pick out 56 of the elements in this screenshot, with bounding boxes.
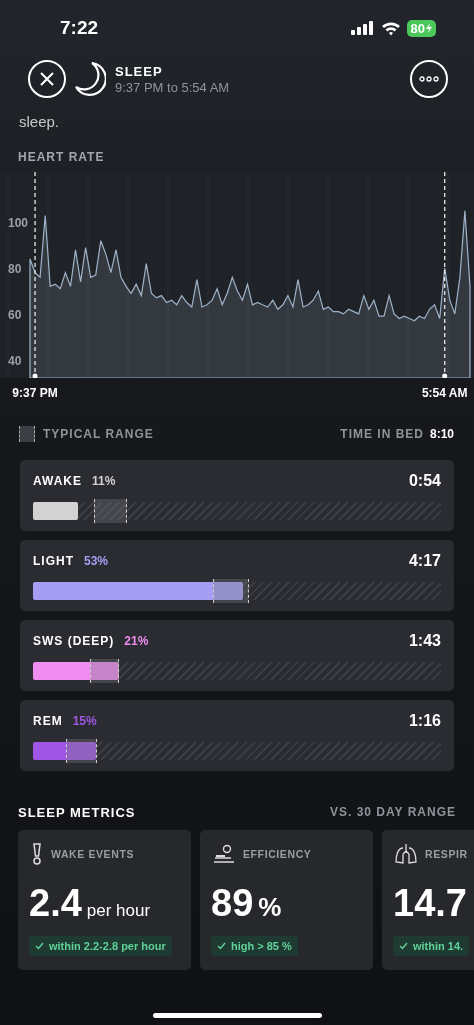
stage-percent: 11% xyxy=(92,474,116,488)
exclamation-icon xyxy=(31,843,43,865)
section-title: SLEEP METRICS xyxy=(18,805,136,820)
description-text: sleep. xyxy=(19,114,61,130)
y-tick-label: 60 xyxy=(8,307,22,322)
ellipsis-icon xyxy=(419,76,439,82)
stage-duration: 0:54 xyxy=(408,472,441,490)
stage-name: AWAKE xyxy=(33,474,82,488)
metric-unit: % xyxy=(258,892,282,923)
section-title: HEART RATE xyxy=(18,150,106,164)
range-text: within 2.2-2.8 per hour xyxy=(49,940,166,952)
metric-label: EFFICIENCY xyxy=(243,848,312,860)
range-label: VS. 30 DAY RANGE xyxy=(329,805,456,820)
metric-label: WAKE EVENTS xyxy=(51,848,135,860)
stage-duration: 1:16 xyxy=(408,712,441,730)
typical-range-swatch xyxy=(19,426,35,442)
range-text: within 14. xyxy=(413,940,464,952)
y-tick-label: 40 xyxy=(8,353,22,368)
stage-name: REM xyxy=(33,714,63,728)
stage-name: LIGHT xyxy=(33,554,74,568)
y-tick-label: 80 xyxy=(8,262,22,277)
person-lying-icon xyxy=(213,844,235,864)
stage-percent: 15% xyxy=(72,714,97,728)
check-icon xyxy=(217,942,226,950)
metric-label: RESPIR xyxy=(425,848,468,860)
close-button[interactable] xyxy=(28,60,66,98)
lungs-icon xyxy=(395,843,417,865)
stage-name: SWS (DEEP) xyxy=(33,634,115,648)
time-range: 9:37 PM to 5:54 AM xyxy=(115,79,231,95)
time-in-bed-label: TIME IN BED xyxy=(340,427,424,441)
heart-rate-chart: 40 60 80 100 xyxy=(0,172,474,378)
stage-duration: 4:17 xyxy=(408,552,441,570)
status-time: 7:22 xyxy=(60,17,99,39)
battery-level: 80 xyxy=(406,19,436,37)
moon-icon xyxy=(74,62,106,96)
check-icon xyxy=(35,942,44,950)
stage-percent: 21% xyxy=(124,634,149,648)
axis-label: 9:37 PM xyxy=(12,386,58,400)
wifi-icon xyxy=(380,20,401,36)
stage-duration: 1:43 xyxy=(408,632,441,650)
time-in-bed-value: 8:10 xyxy=(429,427,454,441)
metric-value: 2.4 xyxy=(29,882,82,925)
metric-unit: per hour xyxy=(86,901,151,921)
screen-title: SLEEP xyxy=(115,63,164,79)
range-text: high > 85 % xyxy=(231,940,292,952)
more-button[interactable] xyxy=(410,60,448,98)
charging-bolt-icon xyxy=(426,23,432,33)
check-icon xyxy=(399,942,408,950)
metric-value: 89 xyxy=(211,882,254,925)
y-tick-label: 100 xyxy=(8,216,29,231)
close-icon xyxy=(40,72,54,86)
legend-label: TYPICAL RANGE xyxy=(43,427,154,441)
signal-icon xyxy=(350,21,375,35)
axis-label: 5:54 AM xyxy=(421,386,468,400)
stage-percent: 53% xyxy=(84,554,109,568)
metric-value: 14.7 xyxy=(393,882,467,925)
